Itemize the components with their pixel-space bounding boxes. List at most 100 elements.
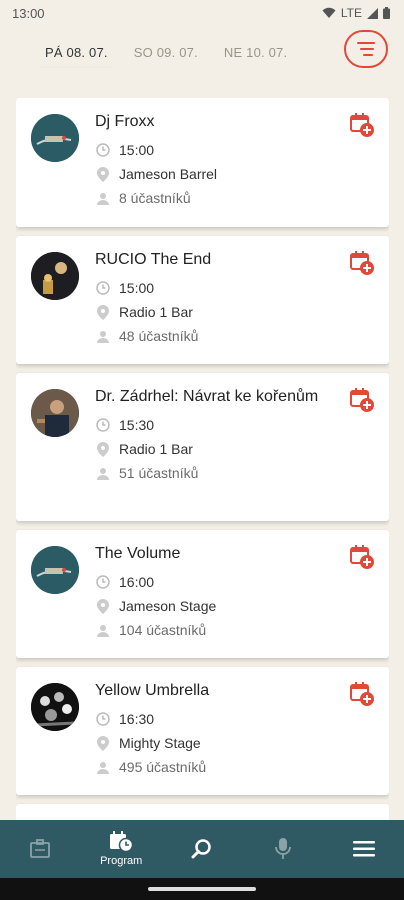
event-time-text: 15:00 bbox=[119, 280, 155, 296]
wifi-icon bbox=[322, 7, 336, 18]
event-venue: Radio 1 Bar bbox=[95, 300, 373, 324]
event-venue-text: Jameson Stage bbox=[119, 598, 217, 614]
add-to-calendar-button[interactable] bbox=[349, 387, 375, 413]
tab-day-1[interactable]: PÁ 08. 07. bbox=[32, 30, 121, 72]
location-pin-icon bbox=[97, 166, 109, 182]
microphone-icon bbox=[274, 838, 291, 859]
add-to-calendar-button[interactable] bbox=[349, 544, 375, 570]
event-attendees-text: 104 účastníků bbox=[119, 622, 207, 638]
network-label: LTE bbox=[340, 6, 362, 20]
event-title: Dr. Zádrhel: Návrat ke kořenům bbox=[95, 388, 319, 405]
person-icon bbox=[97, 761, 109, 774]
event-venue-text: Radio 1 Bar bbox=[119, 304, 193, 320]
avatar bbox=[31, 252, 79, 300]
filter-icon bbox=[357, 42, 375, 56]
calendar-add-icon bbox=[350, 682, 374, 706]
event-time: 15:30 bbox=[95, 413, 373, 437]
avatar bbox=[31, 389, 79, 437]
event-time-text: 15:30 bbox=[119, 417, 155, 433]
event-attendees-text: 8 účastníků bbox=[119, 190, 191, 206]
event-venue: Mighty Stage bbox=[95, 731, 373, 755]
home-gesture-pill[interactable] bbox=[148, 887, 256, 891]
avatar bbox=[31, 683, 79, 731]
event-card[interactable]: Dj Froxx 15:00 Jameson Barrel 8 účastník… bbox=[16, 98, 389, 227]
event-title: Dj Froxx bbox=[95, 113, 155, 130]
event-attendees: 495 účastníků bbox=[95, 755, 373, 779]
event-venue-text: Radio 1 Bar bbox=[119, 441, 193, 457]
add-to-calendar-button[interactable] bbox=[349, 681, 375, 707]
event-time: 15:00 bbox=[95, 138, 373, 162]
bottom-nav: Program bbox=[0, 820, 404, 878]
nav-menu[interactable] bbox=[324, 820, 404, 878]
day-tabs: PÁ 08. 07. SO 09. 07. NE 10. 07. bbox=[32, 30, 300, 72]
avatar bbox=[31, 546, 79, 594]
calendar-add-icon bbox=[350, 251, 374, 275]
clock-icon bbox=[96, 712, 110, 726]
signal-icon bbox=[367, 7, 378, 19]
location-pin-icon bbox=[97, 598, 109, 614]
person-icon bbox=[97, 192, 109, 205]
gesture-bar bbox=[0, 878, 404, 900]
person-icon bbox=[97, 330, 109, 343]
avatar bbox=[31, 114, 79, 162]
tab-day-3[interactable]: NE 10. 07. bbox=[211, 30, 300, 72]
event-time-text: 16:00 bbox=[119, 574, 155, 590]
event-attendees: 51 účastníků bbox=[95, 461, 373, 485]
event-attendees: 48 účastníků bbox=[95, 324, 373, 348]
clock-icon bbox=[96, 575, 110, 589]
ticket-icon bbox=[30, 839, 51, 858]
nav-search[interactable] bbox=[162, 820, 242, 878]
event-attendees: 8 účastníků bbox=[95, 186, 373, 210]
clock-icon bbox=[96, 143, 110, 157]
tab-day-2[interactable]: SO 09. 07. bbox=[121, 30, 211, 72]
event-attendees-text: 495 účastníků bbox=[119, 759, 207, 775]
battery-icon bbox=[383, 7, 390, 19]
event-title: RUCIO The End bbox=[95, 251, 212, 268]
nav-program[interactable]: Program bbox=[81, 820, 161, 878]
event-title: Yellow Umbrella bbox=[95, 682, 210, 699]
event-card[interactable]: RUCIO The End 15:00 Radio 1 Bar 48 účast… bbox=[16, 236, 389, 364]
event-venue-text: Mighty Stage bbox=[119, 735, 201, 751]
event-card[interactable] bbox=[16, 804, 389, 820]
status-time: 13:00 bbox=[12, 5, 45, 21]
event-venue: Jameson Barrel bbox=[95, 162, 373, 186]
status-bar: 13:00 LTE bbox=[0, 0, 404, 26]
event-time-text: 15:00 bbox=[119, 142, 155, 158]
event-attendees-text: 48 účastníků bbox=[119, 328, 199, 344]
nav-program-label: Program bbox=[100, 855, 143, 867]
calendar-add-icon bbox=[350, 113, 374, 137]
hamburger-menu-icon bbox=[352, 841, 375, 857]
event-venue-text: Jameson Barrel bbox=[119, 166, 218, 182]
event-card[interactable]: Yellow Umbrella 16:30 Mighty Stage 495 ú… bbox=[16, 667, 389, 795]
nav-tickets[interactable] bbox=[0, 820, 80, 878]
location-pin-icon bbox=[97, 441, 109, 457]
clock-icon bbox=[96, 281, 110, 295]
calendar-add-icon bbox=[350, 545, 374, 569]
nav-artists[interactable] bbox=[243, 820, 323, 878]
event-time: 16:00 bbox=[95, 570, 373, 594]
event-venue: Jameson Stage bbox=[95, 594, 373, 618]
header: PÁ 08. 07. SO 09. 07. NE 10. 07. bbox=[0, 26, 404, 76]
filter-button[interactable] bbox=[344, 30, 388, 68]
person-icon bbox=[97, 624, 109, 637]
calendar-clock-icon bbox=[110, 831, 134, 853]
event-attendees: 104 účastníků bbox=[95, 618, 373, 642]
event-list[interactable]: Dj Froxx 15:00 Jameson Barrel 8 účastník… bbox=[16, 98, 389, 820]
location-pin-icon bbox=[97, 735, 109, 751]
event-time: 15:00 bbox=[95, 276, 373, 300]
location-pin-icon bbox=[97, 304, 109, 320]
event-title: The Volume bbox=[95, 545, 181, 562]
search-icon bbox=[191, 839, 211, 859]
event-time-text: 16:30 bbox=[119, 711, 155, 727]
clock-icon bbox=[96, 418, 110, 432]
person-icon bbox=[97, 467, 109, 480]
event-time: 16:30 bbox=[95, 707, 373, 731]
event-card[interactable]: The Volume 16:00 Jameson Stage 104 účast… bbox=[16, 530, 389, 658]
event-venue: Radio 1 Bar bbox=[95, 437, 373, 461]
status-icons: LTE bbox=[322, 6, 390, 20]
add-to-calendar-button[interactable] bbox=[349, 112, 375, 138]
event-card[interactable]: Dr. Zádrhel: Návrat ke kořenům 15:30 Rad… bbox=[16, 373, 389, 521]
add-to-calendar-button[interactable] bbox=[349, 250, 375, 276]
event-attendees-text: 51 účastníků bbox=[119, 465, 199, 481]
calendar-add-icon bbox=[350, 388, 374, 412]
